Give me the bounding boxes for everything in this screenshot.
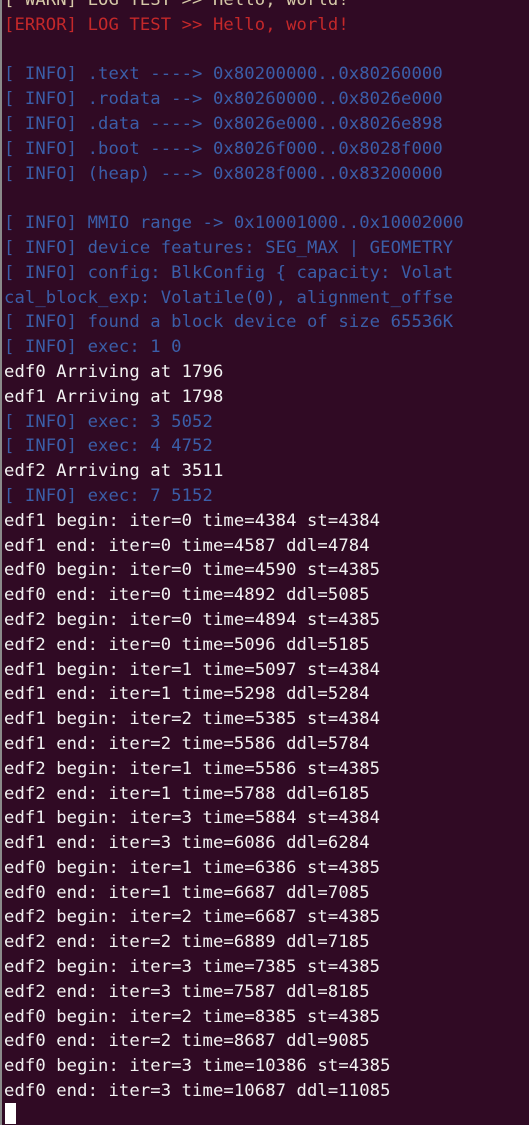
terminal-line-info: [ INFO] .rodata --> 0x80260000..0x8026e0… [4,89,443,110]
terminal-line-out: edf2 end: iter=1 time=5788 ddl=6185 [4,783,370,804]
terminal-line-out: edf0 end: iter=0 time=4892 ddl=5085 [4,585,370,606]
terminal-line-out: edf1 end: iter=2 time=5586 ddl=5784 [4,733,370,754]
terminal-line-info: [ INFO] (heap) ---> 0x8028f000..0x832000… [4,163,443,184]
terminal-line-out: edf0 end: iter=1 time=6687 ddl=7085 [4,882,370,903]
terminal-line-out: edf1 Arriving at 1798 [4,386,224,407]
terminal-output: [ WARN] LOG TEST >> Hello, world! [ERROR]… [4,0,529,1104]
terminal-line-out: edf1 end: iter=1 time=5298 ddl=5284 [4,684,370,705]
terminal-window[interactable]: [ WARN] LOG TEST >> Hello, world! [ERROR]… [0,0,529,1125]
terminal-line-out: edf2 begin: iter=1 time=5586 st=4385 [4,758,381,779]
terminal-line-info: [ INFO] exec: 3 5052 [4,411,213,432]
terminal-line-out: edf2 end: iter=2 time=6889 ddl=7185 [4,932,370,953]
terminal-line-out: edf2 end: iter=0 time=5096 ddl=5185 [4,634,370,655]
terminal-line-out: edf1 end: iter=0 time=4587 ddl=4784 [4,535,370,556]
terminal-line-out: edf2 end: iter=3 time=7587 ddl=8185 [4,981,370,1002]
terminal-line-out: edf1 begin: iter=0 time=4384 st=4384 [4,510,381,531]
terminal-line-out: edf2 begin: iter=3 time=7385 st=4385 [4,957,381,978]
terminal-line-out: edf0 begin: iter=1 time=6386 st=4385 [4,857,381,878]
terminal-line-warn: [ WARN] LOG TEST >> Hello, world! [4,0,349,10]
terminal-line-out: edf0 end: iter=3 time=10687 ddl=11085 [4,1081,391,1102]
terminal-line-out: edf0 begin: iter=0 time=4590 st=4385 [4,560,381,581]
terminal-line-error: [ERROR] LOG TEST >> Hello, world! [4,14,349,35]
terminal-line-info: [ INFO] MMIO range -> 0x10001000..0x1000… [4,213,464,234]
terminal-line-out: edf2 Arriving at 3511 [4,461,224,482]
terminal-line-out: edf0 begin: iter=3 time=10386 st=4385 [4,1056,391,1077]
terminal-line-out: edf0 end: iter=2 time=8687 ddl=9085 [4,1031,370,1052]
terminal-line-out: edf1 begin: iter=1 time=5097 st=4384 [4,659,381,680]
terminal-line-out: edf0 Arriving at 1796 [4,361,224,382]
terminal-line-info: [ INFO] .data ----> 0x8026e000..0x8026e8… [4,113,443,134]
terminal-line-info: [ INFO] .boot ----> 0x8026f000..0x8028f0… [4,138,443,159]
blank-line [4,38,529,63]
terminal-line-info: cal_block_exp: Volatile(0), alignment_of… [4,287,454,308]
terminal-line-out: edf2 begin: iter=0 time=4894 st=4385 [4,609,381,630]
terminal-line-info: [ INFO] .text ----> 0x80200000..0x802600… [4,64,443,85]
terminal-line-info: [ INFO] exec: 7 5152 [4,485,213,506]
terminal-line-out: edf1 begin: iter=3 time=5884 st=4384 [4,808,381,829]
text-cursor [5,1103,16,1124]
terminal-line-info: [ INFO] config: BlkConfig { capacity: Vo… [4,262,454,283]
terminal-line-out: edf1 begin: iter=2 time=5385 st=4384 [4,709,381,730]
terminal-line-info: [ INFO] device features: SEG_MAX | GEOME… [4,237,454,258]
terminal-line-info: [ INFO] found a block device of size 655… [4,312,454,333]
terminal-line-out: edf0 begin: iter=2 time=8385 st=4385 [4,1006,381,1027]
blank-line [4,186,529,211]
terminal-line-info: [ INFO] exec: 4 4752 [4,436,213,457]
terminal-line-out: edf1 end: iter=3 time=6086 ddl=6284 [4,833,370,854]
terminal-line-out: edf2 begin: iter=2 time=6687 st=4385 [4,907,381,928]
terminal-line-info: [ INFO] exec: 1 0 [4,337,182,358]
